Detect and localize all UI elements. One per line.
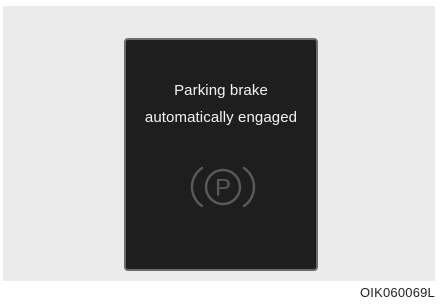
parking-brake-icon: P bbox=[190, 166, 256, 208]
cluster-display: Parking brake automatically engaged P bbox=[124, 38, 318, 271]
parking-brake-glyph: P bbox=[215, 175, 231, 202]
warning-message-line1: Parking brake bbox=[174, 82, 268, 99]
figure-code: OIK060069L bbox=[359, 285, 435, 300]
warning-message-line2: automatically engaged bbox=[144, 109, 298, 126]
